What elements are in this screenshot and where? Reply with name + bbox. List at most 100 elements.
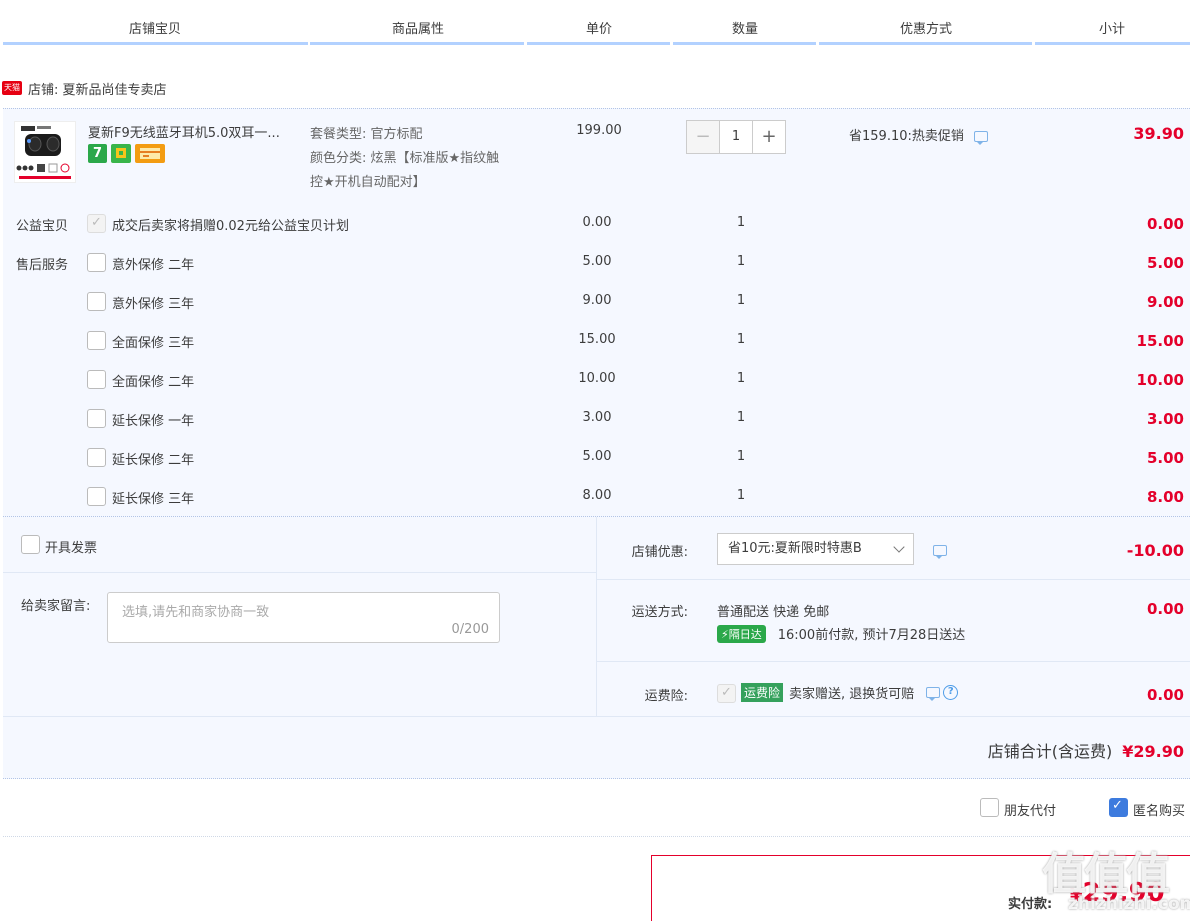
service-price: 5.00: [582, 254, 612, 269]
promo-chat-icon[interactable]: [974, 131, 989, 145]
message-label: 给卖家留言:: [21, 599, 91, 614]
product-thumbnail[interactable]: [14, 121, 76, 183]
service-price: 10.00: [578, 371, 616, 386]
service-checkbox[interactable]: [87, 370, 106, 389]
service-checkbox[interactable]: [87, 292, 106, 311]
header-quantity: 数量: [731, 22, 758, 37]
insurance-checkbox: [717, 684, 736, 703]
charity-text: 成交后卖家将捐赠0.02元给公益宝贝计划: [112, 219, 349, 234]
header-bar: [310, 42, 524, 45]
product-name-link[interactable]: 夏新F9无线蓝牙耳机5.0双耳一...: [88, 122, 303, 141]
promo-text: 省159.10:热卖促销: [849, 125, 989, 145]
service-checkbox[interactable]: [87, 448, 106, 467]
divider: [596, 517, 597, 716]
anonymous-checkbox[interactable]: [1109, 798, 1128, 817]
insurance-tag: 运费险: [741, 683, 784, 702]
quantity-decrease-button[interactable]: −: [686, 120, 720, 154]
seven-day-return-badge: 7: [88, 144, 107, 163]
divider: [597, 579, 1190, 580]
insurance-amount: 0.00: [1146, 686, 1184, 704]
help-icon[interactable]: ?: [943, 685, 959, 700]
shipping-amount: 0.00: [1146, 600, 1184, 618]
tmall-logo-icon: 天猫: [2, 81, 22, 95]
service-subtotal: 8.00: [1146, 488, 1184, 506]
message-textarea[interactable]: 选填,请先和商家协商一致 0/200: [107, 592, 500, 643]
column-header: 店铺宝贝 商品属性 单价 数量 优惠方式 小计: [0, 0, 1190, 46]
next-day-tag: ⚡隔日达: [717, 624, 766, 643]
service-subtotal: 9.00: [1146, 293, 1184, 311]
shop-header: 天猫 店铺: 夏新品尚佳专卖店: [2, 78, 167, 98]
message-char-count: 0/200: [451, 622, 489, 637]
insurance-label: 运费险:: [644, 689, 688, 704]
insurance-chat-icon[interactable]: [926, 687, 941, 701]
service-name: 全面保修 二年: [112, 375, 195, 390]
header-bar: [3, 42, 308, 45]
service-qty: 1: [736, 449, 746, 464]
shipping-label: 运送方式:: [631, 605, 688, 620]
quantity-increase-button[interactable]: +: [752, 120, 786, 154]
shipping-eta: 16:00前付款, 预计7月28日送达: [777, 628, 966, 643]
header-bar: [819, 42, 1032, 45]
service-price: 8.00: [582, 488, 612, 503]
invoice-checkbox[interactable]: [21, 535, 40, 554]
discount-chat-icon[interactable]: [933, 545, 947, 559]
insurance-text: 卖家赠送, 退换货可赔: [789, 687, 915, 702]
shop-discount-label: 店铺优惠:: [631, 545, 688, 560]
service-qty: 1: [736, 410, 746, 425]
header-bar: [527, 42, 670, 45]
chevron-down-icon: [893, 541, 905, 553]
watermark-logo: 值值值: [1042, 849, 1170, 900]
service-name: 全面保修 三年: [112, 336, 195, 351]
shop-total-label: 店铺合计(含运费): [987, 742, 1113, 761]
header-attributes: 商品属性: [391, 22, 444, 37]
service-subtotal: 15.00: [1136, 332, 1184, 350]
credit-card-badge-icon: [135, 144, 165, 163]
service-price: 3.00: [582, 410, 612, 425]
shop-name[interactable]: 店铺: 夏新品尚佳专卖店: [28, 79, 167, 98]
service-checkbox[interactable]: [87, 409, 106, 428]
service-price: 15.00: [578, 332, 616, 347]
product-unit-price: 199.00: [576, 123, 622, 138]
service-qty: 1: [736, 488, 746, 503]
service-checkbox[interactable]: [87, 487, 106, 506]
service-price: 9.00: [582, 293, 612, 308]
charity-subtotal: 0.00: [1146, 215, 1184, 233]
divider: [3, 836, 1190, 837]
service-name: 延长保修 三年: [112, 492, 195, 507]
service-qty: 1: [736, 293, 746, 308]
charity-price: 0.00: [582, 215, 612, 230]
insurance-row: 运费险 卖家赠送, 退换货可赔 ?: [741, 683, 959, 702]
friend-pay-checkbox[interactable]: [980, 798, 999, 817]
service-name: 意外保修 二年: [112, 258, 195, 273]
shop-total-amount: ¥29.90: [1122, 742, 1184, 761]
shop-discount-amount: -10.00: [1126, 541, 1184, 560]
divider: [3, 572, 596, 573]
shipping-eta-row: ⚡隔日达 16:00前付款, 预计7月28日送达: [717, 624, 965, 643]
service-name: 意外保修 三年: [112, 297, 195, 312]
quantity-input[interactable]: 1: [720, 120, 752, 154]
watermark-url: zhizhizhi.com: [1068, 894, 1190, 914]
service-qty: 1: [736, 371, 746, 386]
header-shop-item: 店铺宝贝: [128, 22, 181, 37]
product-attr-package: 套餐类型: 官方标配: [310, 127, 423, 142]
after-sales-label: 售后服务: [16, 258, 69, 273]
shipping-method: 普通配送 快递 免邮: [717, 605, 830, 620]
divider: [3, 716, 1190, 717]
service-subtotal: 10.00: [1136, 371, 1184, 389]
divider: [597, 661, 1190, 662]
promo-label: 省159.10:热卖促销: [849, 129, 964, 144]
guarantee-badge-icon: [111, 144, 131, 163]
header-unit-price: 单价: [585, 22, 612, 37]
header-subtotal: 小计: [1098, 22, 1125, 37]
product-attr-color: 颜色分类: 炫黑【标准版★指纹触: [310, 151, 500, 166]
shop-discount-select[interactable]: 省10元:夏新限时特惠B: [717, 533, 914, 565]
service-name: 延长保修 二年: [112, 453, 195, 468]
service-subtotal: 5.00: [1146, 449, 1184, 467]
service-qty: 1: [736, 332, 746, 347]
service-checkbox[interactable]: [87, 253, 106, 272]
header-bar: [673, 42, 816, 45]
service-subtotal: 5.00: [1146, 254, 1184, 272]
service-checkbox[interactable]: [87, 331, 106, 350]
anonymous-label: 匿名购买: [1133, 804, 1186, 819]
product-subtotal: 39.90: [1133, 124, 1184, 143]
